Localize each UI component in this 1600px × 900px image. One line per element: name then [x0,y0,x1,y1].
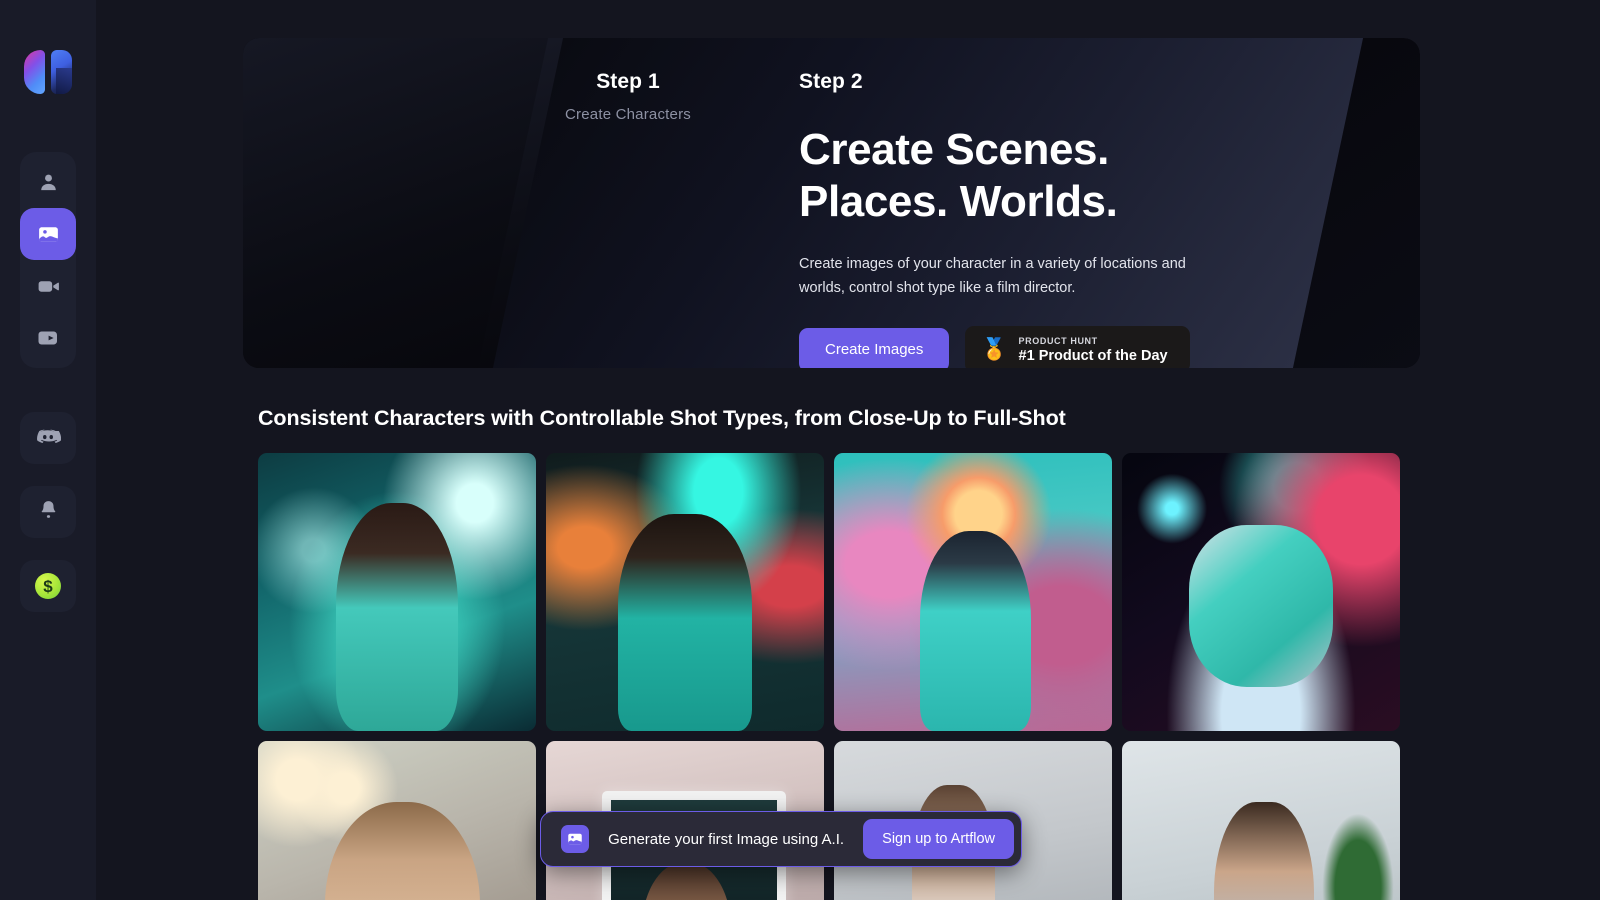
video-camera-icon [36,274,61,299]
tile-astronaut-alien-planet[interactable] [834,453,1112,731]
create-images-button[interactable]: Create Images [799,327,950,368]
hero-description: Create images of your character in a var… [799,256,1186,296]
hero-headline: Create Scenes. Places. Worlds. [799,124,1359,228]
gallery-heading: Consistent Characters with Controllable … [258,406,1066,430]
app-root: $ Step 1 Create Characters Step 3 Create… [0,0,1600,900]
banner-message: Generate your first Image using A.I. [608,830,845,848]
tile-image [834,453,1112,731]
product-hunt-title: #1 Product of the Day [1018,347,1168,364]
hero-headline-line1: Create Scenes. [799,125,1109,174]
discord-icon [35,423,62,454]
sidebar-item-images[interactable] [20,208,76,260]
hero-headline-line2: Places. Worlds. [799,177,1118,226]
product-hunt-kicker: PRODUCT HUNT [1018,335,1098,346]
tile-astronaut-bar-scene[interactable] [546,453,824,731]
tile-woman-closeup-portrait[interactable] [258,741,536,900]
medal-icon: 🏅 [981,338,1008,361]
signup-banner: Generate your first Image using A.I. Sig… [540,811,1022,867]
signup-button[interactable]: Sign up to Artflow [863,819,1014,859]
tile-astronaut-spaceship-closeup[interactable] [258,453,536,731]
image-icon [36,222,61,247]
step-1-title: Step 1 [596,70,660,93]
tile-woman-headphones-podcast[interactable] [1122,741,1400,900]
hero-cta-row: Create Images 🏅 PRODUCT HUNT #1 Product … [799,326,1359,368]
tile-image [258,453,536,731]
sidebar-item-media[interactable] [20,312,76,364]
tile-image [1122,741,1400,900]
hero-step-1[interactable]: Step 1 Create Characters [488,70,768,123]
hero-step-2: Step 2 Create Scenes. Places. Worlds. Cr… [799,70,1359,368]
dollar-coin-icon: $ [35,573,61,599]
image-icon [561,825,589,853]
sidebar-item-discord[interactable] [20,412,76,464]
tile-image [258,741,536,900]
media-stack-icon [36,326,60,350]
sidebar-item-characters[interactable] [20,156,76,208]
step-1-subtitle: Create Characters [565,106,691,123]
tile-image [1122,453,1400,731]
person-icon [37,171,60,194]
bell-icon [37,498,60,526]
sidebar-item-videos[interactable] [20,260,76,312]
sidebar-item-credits[interactable]: $ [20,560,76,612]
hero-steps-panel: Step 1 Create Characters Step 3 Create V… [243,38,1420,368]
product-hunt-badge[interactable]: 🏅 PRODUCT HUNT #1 Product of the Day [965,326,1190,368]
logo-right-shape [51,50,72,94]
sidebar: $ [0,0,96,900]
primary-nav-group [20,152,76,368]
artflow-logo[interactable] [24,50,72,94]
tile-image [546,453,824,731]
logo-left-shape [24,50,45,94]
tile-astronaut-outer-space[interactable] [1122,453,1400,731]
step-2-title: Step 2 [799,70,863,93]
sidebar-item-notifications[interactable] [20,486,76,538]
